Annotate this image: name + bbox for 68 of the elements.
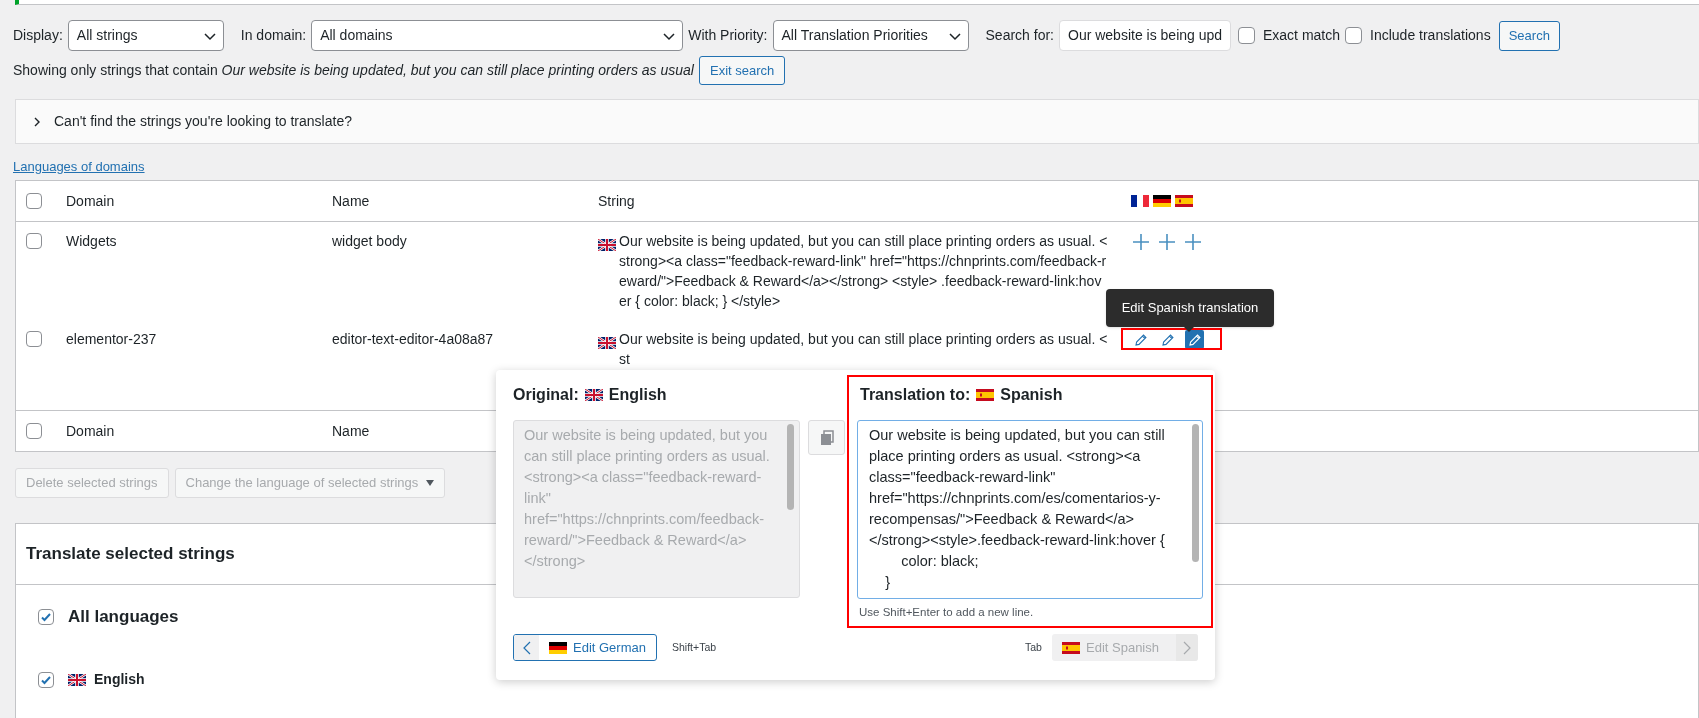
copy-button[interactable] xyxy=(808,420,845,455)
table-cell-text: widget body xyxy=(332,232,407,251)
flag-icon xyxy=(976,389,995,401)
filter-label: With Priority: xyxy=(688,26,768,45)
flag-icon xyxy=(1131,195,1149,207)
copy-icon xyxy=(818,429,835,446)
add-translation-icon[interactable] xyxy=(1131,232,1151,252)
flag-icon xyxy=(68,673,86,686)
checkbox[interactable] xyxy=(26,233,42,249)
table-cell-text: Our website is being updated, but you can still place printing orders as usual. <st xyxy=(619,330,1109,369)
previous-language-button[interactable]: Edit German xyxy=(513,634,657,661)
checkbox-label: Exact match xyxy=(1263,26,1341,45)
table-cell-text: elementor-237 xyxy=(66,330,157,349)
shortcut-hint: Tab xyxy=(1025,640,1042,655)
original-language: English xyxy=(608,385,667,405)
checkbox[interactable] xyxy=(26,331,42,347)
table-cell-text: Widgets xyxy=(66,232,117,251)
language-option: English xyxy=(94,669,145,690)
shortcut-hint: Shift+Tab xyxy=(672,640,717,655)
original-label: Original: xyxy=(513,385,579,405)
table-cell-text: Our website is being updated, but you can still place printing orders as usual. <strong><a class="feedback-reward-link" href="https://chnprints.com/feedback-reward/">Feedback & Reward</a></strong> <style> .feedback-reward-link:hover { color: black; } </style> xyxy=(619,232,1109,311)
add-translation-icon[interactable] xyxy=(1183,232,1203,252)
dropdown[interactable]: All domains xyxy=(311,20,684,51)
search-notice: Showing only strings that contain Our website is being updated, but you can still place printing orders as usual xyxy=(13,61,694,80)
checkbox[interactable] xyxy=(1345,27,1363,44)
flag-icon xyxy=(1175,195,1193,207)
column-header: Domain xyxy=(66,191,115,211)
column-header: Domain xyxy=(66,421,115,441)
tooltip: Edit Spanish translation xyxy=(1106,289,1274,327)
panel-title: Translate selected strings xyxy=(26,543,235,566)
caret-down-icon xyxy=(425,480,434,486)
checkbox[interactable] xyxy=(1238,27,1255,44)
checkbox[interactable] xyxy=(26,193,42,209)
column-header: Name xyxy=(332,421,370,441)
flag-icon xyxy=(584,389,603,401)
translation-text-area[interactable]: Our website is being updated, but you can still place printing orders as usual. <strong><a class="feedback-reward-link" href="https://chnprints.com/es/comentarios-y-recompensas/">Feedback & Reward</a></strong><style>.feedback-reward-link:hover { color: black; } xyxy=(857,420,1203,599)
checkbox[interactable] xyxy=(38,609,54,625)
checkbox-label: Include translations xyxy=(1370,26,1491,45)
filter-label: In domain: xyxy=(240,26,307,45)
original-text-area: Our website is being updated, but you can still place printing orders as usual. <strong><a class="feedback-reward-link" href="https://chnprints.com/feedback-reward/">Feedback & Reward</a></strong> xyxy=(513,420,800,598)
table-cell-text: editor-text-editor-4a08a87 xyxy=(332,330,494,349)
help-panel[interactable]: Can't find the strings you're looking to translate? xyxy=(15,99,1699,144)
filter-label: Search for: xyxy=(985,26,1054,45)
tooltip-arrow-icon xyxy=(1184,327,1194,332)
translation-language: Spanish xyxy=(1000,385,1063,405)
languages-link[interactable]: Languages of domains xyxy=(13,159,145,174)
filter-label: Display: xyxy=(13,26,63,45)
chevron-right-icon xyxy=(1183,640,1191,655)
dropdown[interactable]: All Translation Priorities xyxy=(772,20,969,51)
search-button[interactable]: Search xyxy=(1498,20,1560,51)
language-option: All languages xyxy=(68,604,179,630)
translation-label: Translation to: xyxy=(860,385,971,405)
hint-text: Use Shift+Enter to add a new line. xyxy=(859,605,1034,620)
dropdown[interactable]: All strings xyxy=(67,20,224,51)
checkbox[interactable] xyxy=(38,671,54,688)
add-translation-icon[interactable] xyxy=(1157,232,1177,252)
flag-icon xyxy=(598,337,616,350)
flag-icon xyxy=(598,239,616,252)
checkbox[interactable] xyxy=(26,423,42,439)
flag-icon xyxy=(549,641,567,654)
search-field[interactable]: Our website is being upd xyxy=(1059,20,1231,51)
flag-icon xyxy=(1153,195,1171,207)
column-header: String xyxy=(598,191,635,211)
chevron-left-icon xyxy=(522,640,531,655)
exit-search-button[interactable]: Exit search xyxy=(698,56,786,85)
chevron-right-icon xyxy=(32,116,42,127)
flag-icon xyxy=(1062,641,1080,654)
column-header: Name xyxy=(332,191,370,211)
